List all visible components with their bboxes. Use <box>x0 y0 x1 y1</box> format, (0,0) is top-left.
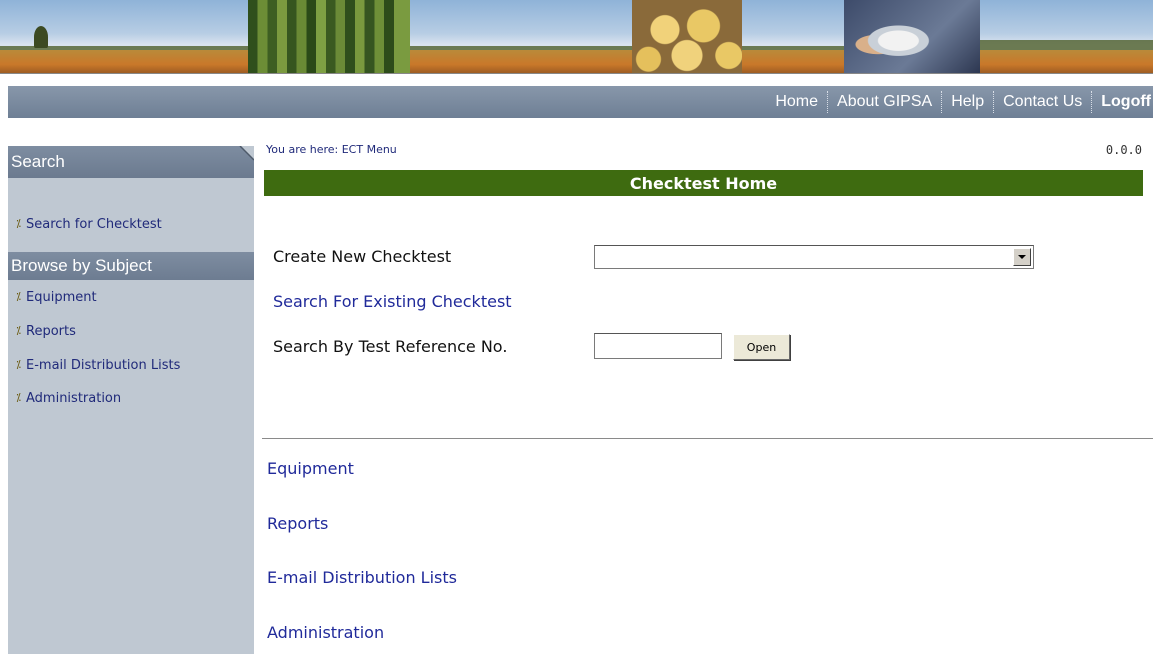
arrow-icon: ⁒ <box>16 290 21 303</box>
breadcrumb: You are here: ECT Menu <box>266 143 397 156</box>
sidebar-item-reports[interactable]: ⁒ Reports <box>16 324 76 339</box>
arrow-icon: ⁒ <box>16 391 21 404</box>
search-existing-checktest-link[interactable]: Search For Existing Checktest <box>273 292 512 311</box>
header-banner <box>0 0 1153 74</box>
create-checktest-select[interactable] <box>594 245 1034 269</box>
nav-help-link[interactable]: Help <box>942 93 993 111</box>
banner-corn-image <box>248 0 410 73</box>
test-reference-input[interactable] <box>594 333 722 359</box>
sidebar-item-equipment[interactable]: ⁒ Equipment <box>16 290 97 305</box>
nav-home-link[interactable]: Home <box>766 93 827 111</box>
banner-lab-image <box>844 0 980 73</box>
section-divider <box>262 438 1153 439</box>
arrow-icon: ⁒ <box>16 358 21 371</box>
page-title: Checktest Home <box>629 173 778 193</box>
nav-about-link[interactable]: About GIPSA <box>828 93 941 111</box>
sidebar-link-label: Equipment <box>26 290 97 305</box>
banner-field-image-3 <box>742 0 844 73</box>
page-title-bar: Checktest Home <box>264 170 1143 196</box>
sidebar-item-administration[interactable]: ⁒ Administration <box>16 391 122 406</box>
banner-field-image-4 <box>980 0 1153 73</box>
sidebar-link-label: Search for Checktest <box>26 217 162 232</box>
sidebar-link-search-checktest[interactable]: ⁒ Search for Checktest <box>16 217 162 232</box>
sidebar-item-email-lists[interactable]: ⁒ E-mail Distribution Lists <box>16 358 181 373</box>
subject-link-email-lists[interactable]: E-mail Distribution Lists <box>267 568 457 587</box>
nav-contact-link[interactable]: Contact Us <box>994 93 1091 111</box>
sidebar-search-header: Search <box>8 146 254 178</box>
sidebar-link-label: Reports <box>26 324 76 339</box>
banner-chicks-image <box>632 0 742 73</box>
arrow-icon: ⁒ <box>16 324 21 337</box>
version-label: 0.0.0 <box>1105 143 1142 157</box>
subject-link-equipment[interactable]: Equipment <box>267 459 354 478</box>
subject-link-administration[interactable]: Administration <box>267 623 384 642</box>
sidebar-browse-header: Browse by Subject <box>8 252 254 280</box>
sidebar-link-label: Administration <box>26 391 122 406</box>
create-checktest-label: Create New Checktest <box>273 247 452 266</box>
sidebar-search-title: Search <box>11 152 65 171</box>
banner-field-image <box>0 0 248 73</box>
nav-logoff-link[interactable]: Logoff <box>1092 93 1153 111</box>
open-button[interactable]: Open <box>733 334 790 360</box>
dropdown-arrow-button[interactable] <box>1013 248 1031 266</box>
chevron-down-icon <box>1018 255 1026 259</box>
arrow-icon: ⁒ <box>16 217 21 230</box>
sidebar-browse-title: Browse by Subject <box>11 256 152 275</box>
subject-link-reports[interactable]: Reports <box>267 514 328 533</box>
top-nav-bar: Home About GIPSA Help Contact Us Logoff <box>8 86 1153 118</box>
sidebar-link-label: E-mail Distribution Lists <box>26 358 181 373</box>
sidebar: Search ⁒ Search for Checktest Browse by … <box>8 146 254 654</box>
test-reference-label: Search By Test Reference No. <box>273 337 508 356</box>
banner-field-image-2 <box>410 0 632 73</box>
